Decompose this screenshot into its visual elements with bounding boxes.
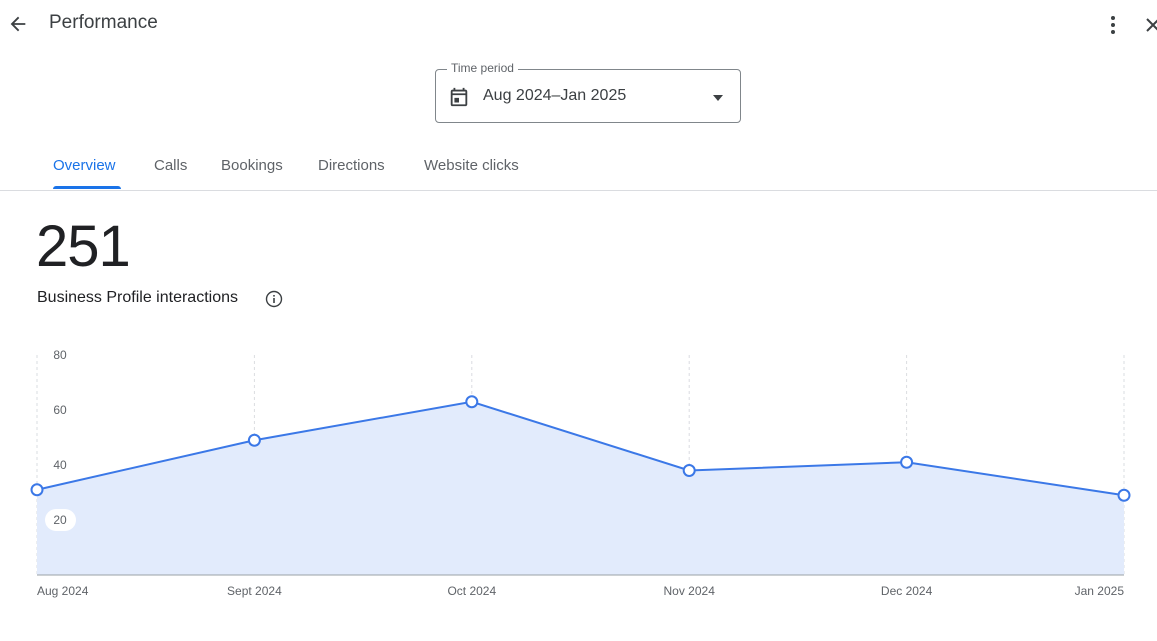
data-point[interactable]: [30, 483, 44, 497]
tab-overview[interactable]: Overview: [53, 157, 116, 174]
data-point[interactable]: [247, 433, 261, 447]
tab-bookings[interactable]: Bookings: [221, 157, 283, 174]
back-button[interactable]: [4, 10, 32, 38]
tab-bar: Overview Calls Bookings Directions Websi…: [0, 145, 1157, 191]
close-icon: [1146, 18, 1157, 32]
interactions-chart: 80 60 40 20 Aug 2024 Sept 2024 Oct 2024 Nov 20…: [30, 348, 1131, 598]
y-tick-label: 60: [53, 403, 67, 417]
arrow-drop-down-icon: [713, 95, 723, 101]
tab-website-clicks[interactable]: Website clicks: [424, 157, 519, 174]
x-tick-label: Oct 2024: [447, 584, 496, 598]
series-area: [37, 401, 1124, 575]
tab-calls[interactable]: Calls: [154, 157, 187, 174]
data-point[interactable]: [465, 395, 479, 409]
arrow-back-icon: [10, 16, 26, 32]
y-tick-label: 40: [53, 458, 67, 472]
data-point[interactable]: [682, 464, 696, 477]
performance-page: Performance Time period Aug 2024–Jan 202…: [0, 0, 1157, 641]
data-point[interactable]: [1117, 488, 1131, 502]
more-vert-icon: [1111, 16, 1115, 34]
interactions-count: 251: [36, 214, 131, 279]
x-tick-label: Nov 2024: [664, 584, 716, 598]
x-tick-label: Jan 2025: [1075, 584, 1125, 598]
x-tick-label: Sept 2024: [227, 584, 282, 598]
info-icon[interactable]: [265, 290, 283, 308]
active-tab-indicator: [53, 186, 121, 189]
close-button[interactable]: [1145, 11, 1157, 39]
data-point[interactable]: [900, 455, 914, 469]
tab-directions[interactable]: Directions: [318, 157, 385, 174]
time-period-select[interactable]: Time period Aug 2024–Jan 2025: [435, 61, 741, 123]
time-period-value: Aug 2024–Jan 2025: [483, 87, 627, 104]
x-tick-label: Aug 2024: [37, 584, 89, 598]
y-tick-label: 80: [53, 348, 67, 362]
calendar-icon: [450, 87, 468, 107]
interactions-label: Business Profile interactions: [37, 289, 238, 306]
y-tick-label: 20: [53, 513, 67, 527]
page-title: Performance: [49, 12, 158, 33]
x-tick-label: Dec 2024: [881, 584, 933, 598]
time-period-label: Time period: [447, 61, 518, 75]
more-options-button[interactable]: [1101, 11, 1125, 39]
